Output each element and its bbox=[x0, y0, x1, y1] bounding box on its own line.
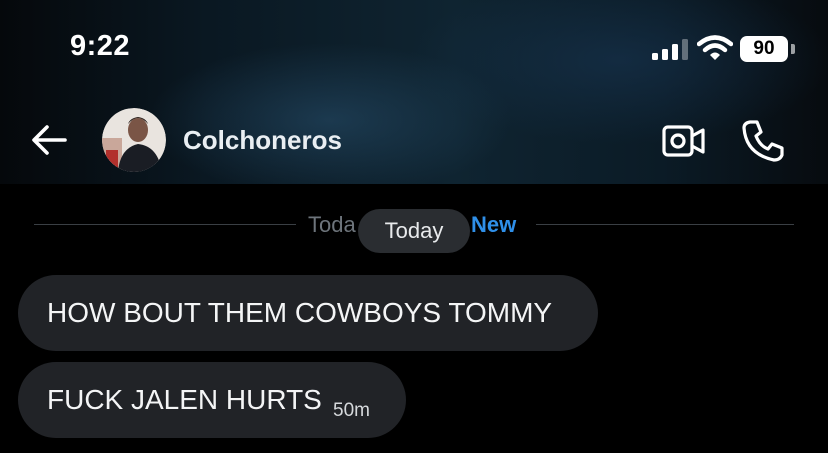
new-messages-label: New bbox=[471, 212, 517, 237]
date-pill: Today bbox=[358, 209, 470, 253]
chat-title[interactable]: Colchoneros bbox=[183, 125, 342, 156]
message-timestamp: 50m bbox=[333, 400, 370, 421]
back-arrow-icon[interactable] bbox=[27, 118, 71, 162]
battery-icon: 90 bbox=[740, 36, 798, 62]
battery-level: 90 bbox=[740, 36, 788, 62]
video-camera-icon[interactable] bbox=[660, 120, 708, 162]
battery-tip bbox=[791, 44, 795, 54]
message-bubble[interactable]: HOW BOUT THEM COWBOYS TOMMY bbox=[18, 275, 598, 351]
divider-line-left bbox=[34, 224, 296, 225]
status-time: 9:22 bbox=[70, 30, 131, 62]
divider-line-right bbox=[536, 224, 794, 225]
phone-icon[interactable] bbox=[740, 118, 786, 164]
message-text: HOW BOUT THEM COWBOYS TOMMY bbox=[47, 297, 553, 328]
message-bubble[interactable]: FUCK JALEN HURTS 50m bbox=[18, 362, 406, 438]
signal-icon bbox=[652, 39, 688, 60]
wifi-icon bbox=[697, 35, 733, 60]
avatar[interactable] bbox=[102, 108, 166, 172]
date-label-obscured: Toda bbox=[308, 212, 356, 237]
message-text: FUCK JALEN HURTS bbox=[47, 384, 322, 415]
